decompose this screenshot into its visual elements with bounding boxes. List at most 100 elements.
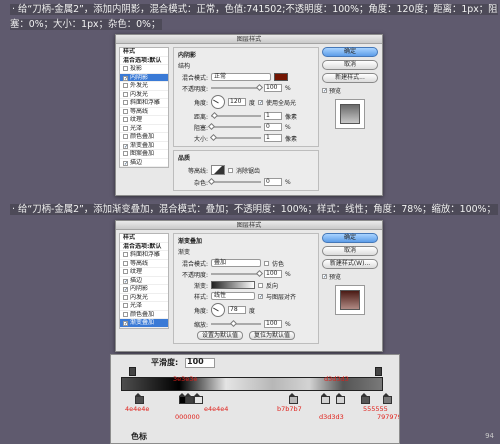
style-checkbox[interactable]	[123, 125, 128, 131]
noise-input[interactable]: 0	[264, 178, 282, 186]
style-list-item[interactable]: 内发光	[120, 294, 168, 302]
style-list-item[interactable]: 样式	[120, 48, 168, 57]
style-checkbox[interactable]	[123, 151, 128, 156]
angle-dial[interactable]	[211, 303, 225, 317]
style-checkbox[interactable]	[123, 294, 128, 300]
scale-slider[interactable]	[211, 319, 261, 328]
opacity-input[interactable]: 100	[264, 84, 282, 92]
color-stop[interactable]	[185, 393, 194, 404]
style-checkbox[interactable]	[123, 269, 128, 274]
ok-button[interactable]: 确定	[322, 47, 378, 57]
style-checkbox[interactable]: ✓	[123, 278, 128, 284]
angle-input[interactable]: 78	[228, 306, 246, 314]
style-list-item[interactable]: 混合选项:默认	[120, 243, 168, 251]
size-input[interactable]: 1	[264, 134, 282, 142]
opacity-stop-left[interactable]	[129, 367, 136, 376]
gradient-picker[interactable]	[211, 281, 255, 289]
style-checkbox[interactable]	[123, 108, 128, 114]
style-list-item[interactable]: ✓ 内阴影	[120, 285, 168, 294]
group-title: 内阴影	[178, 52, 197, 59]
color-stop[interactable]	[321, 393, 330, 404]
angle-dial[interactable]	[211, 95, 225, 109]
style-checkbox[interactable]	[123, 252, 128, 257]
style-checkbox[interactable]	[123, 260, 128, 266]
color-stop[interactable]	[336, 393, 345, 404]
color-stop[interactable]	[383, 393, 392, 404]
style-list-item[interactable]: 纹理	[120, 268, 168, 277]
style-list-item[interactable]: ✓ 描边	[120, 277, 168, 285]
style-checkbox[interactable]	[123, 117, 128, 122]
size-slider[interactable]	[209, 133, 261, 142]
antialias-checkbox[interactable]	[228, 167, 233, 173]
angle-input[interactable]: 120	[228, 98, 246, 106]
cancel-button[interactable]: 取消	[322, 60, 378, 70]
distance-input[interactable]: 1	[264, 112, 282, 120]
opacity-input[interactable]: 100	[264, 270, 282, 278]
cancel-button[interactable]: 取消	[322, 246, 378, 256]
dither-checkbox[interactable]	[264, 260, 269, 266]
style-list-item[interactable]: 内发光	[120, 91, 168, 99]
style-list-item[interactable]: 颜色叠加	[120, 133, 168, 142]
style-list-item[interactable]: ✓ 内阴影	[120, 73, 168, 82]
unit-degree: 度	[249, 307, 256, 315]
style-list-item[interactable]: 样式	[120, 234, 168, 243]
set-default-button[interactable]: 设置为默认值	[196, 330, 243, 340]
noise-slider[interactable]	[207, 177, 261, 186]
choke-slider[interactable]	[207, 122, 261, 131]
style-list-item[interactable]: 光泽	[120, 302, 168, 311]
style-list-item[interactable]: 混合选项:默认	[120, 57, 168, 65]
style-checkbox[interactable]	[123, 311, 128, 317]
style-checkbox[interactable]	[123, 303, 128, 308]
opacity-slider[interactable]	[211, 83, 264, 92]
style-checkbox[interactable]: ✓	[123, 75, 128, 81]
style-checkbox[interactable]	[123, 83, 128, 88]
style-list-item[interactable]: 等高线	[120, 260, 168, 268]
blend-mode-select[interactable]: 正常	[211, 73, 271, 81]
style-list-item[interactable]: 外发光	[120, 82, 168, 91]
global-light-checkbox[interactable]: ✓	[258, 99, 263, 105]
shadow-color-swatch[interactable]	[274, 73, 288, 81]
style-select[interactable]: 线性	[211, 292, 255, 300]
style-checkbox[interactable]: ✓	[123, 160, 128, 166]
style-list-item[interactable]: 斜面和浮雕	[120, 99, 168, 108]
opacity-slider[interactable]	[211, 269, 264, 278]
color-stop[interactable]	[361, 393, 370, 404]
style-checkbox[interactable]: ✓	[123, 321, 128, 327]
style-checkbox[interactable]: ✓	[123, 143, 128, 149]
new-style-button[interactable]: 新建样式(W)...	[322, 259, 378, 269]
style-checkbox[interactable]	[123, 91, 128, 97]
subgroup-title: 结构	[178, 63, 191, 70]
reverse-checkbox[interactable]	[258, 282, 263, 288]
opacity-stop-right[interactable]	[375, 367, 382, 376]
scale-input[interactable]: 100	[264, 320, 282, 328]
reset-default-button[interactable]: 复位为默认值	[249, 330, 296, 340]
style-list-item[interactable]: ✓ 渐变叠加	[120, 319, 168, 328]
style-list-item[interactable]: ✓ 渐变叠加	[120, 142, 168, 150]
color-stop[interactable]	[289, 393, 298, 404]
style-list-item[interactable]: 斜面和浮雕	[120, 251, 168, 260]
preview-checkbox[interactable]: ✓	[322, 274, 327, 280]
color-stop[interactable]	[194, 393, 203, 404]
contour-picker[interactable]	[211, 165, 225, 175]
blend-mode-select[interactable]: 叠加	[211, 259, 261, 267]
color-stop[interactable]	[135, 393, 144, 404]
style-list-item[interactable]: 投影	[120, 65, 168, 74]
style-list-item[interactable]: 纹理	[120, 116, 168, 125]
style-checkbox[interactable]	[123, 66, 128, 71]
style-checkbox[interactable]: ✓	[123, 287, 128, 293]
style-list-item[interactable]: ✓ 描边	[120, 159, 168, 167]
style-checkbox[interactable]	[123, 134, 128, 139]
style-list-item[interactable]: 图案叠加	[120, 150, 168, 159]
style-checkbox[interactable]	[123, 100, 128, 105]
style-list-item[interactable]: 颜色叠加	[120, 311, 168, 319]
preview-checkbox[interactable]: ✓	[322, 88, 327, 94]
style-list-item[interactable]: 光泽	[120, 125, 168, 133]
ok-button[interactable]: 确定	[322, 233, 378, 243]
distance-slider[interactable]	[210, 111, 261, 120]
choke-input[interactable]: 0	[264, 123, 282, 131]
align-checkbox[interactable]: ✓	[258, 293, 263, 299]
smoothness-input[interactable]: 100	[185, 357, 215, 368]
subgroup-title: 渐变	[178, 249, 191, 256]
new-style-button[interactable]: 新建样式...	[322, 73, 378, 83]
style-list-item[interactable]: 等高线	[120, 108, 168, 116]
